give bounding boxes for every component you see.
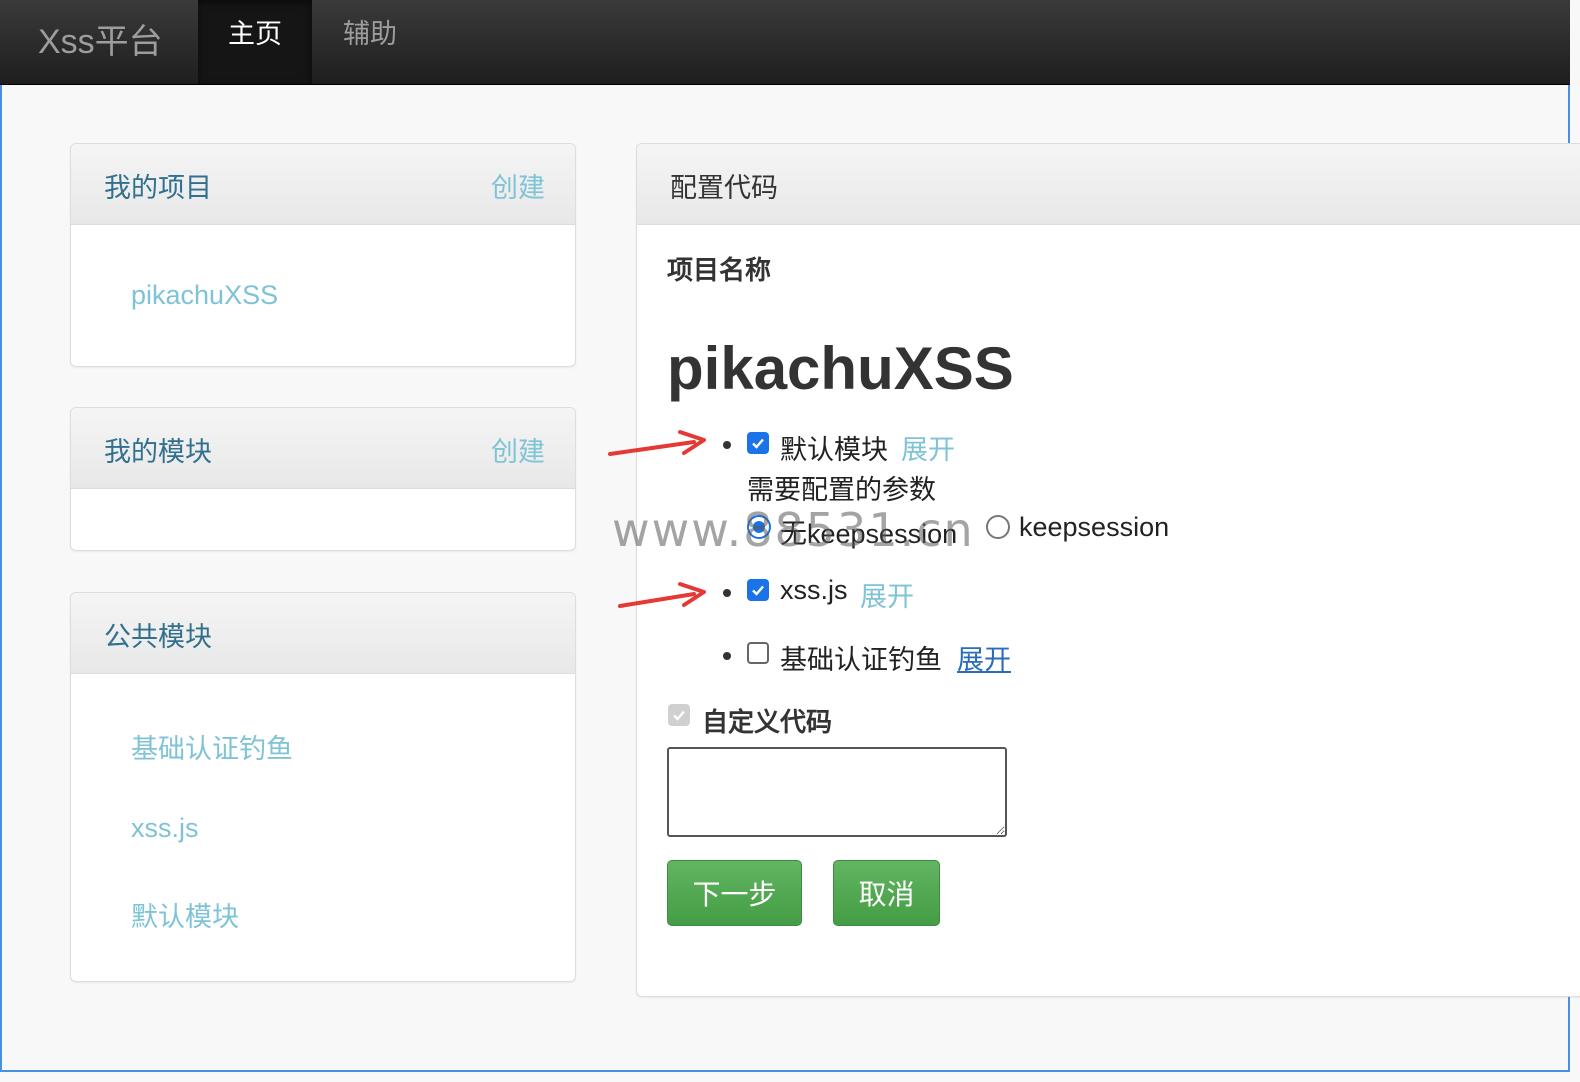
my-modules-panel: 我的模块 创建 xyxy=(70,407,576,551)
module-basic-auth-checkbox[interactable] xyxy=(747,642,769,664)
brand-logo[interactable]: Xss平台 xyxy=(38,14,163,63)
custom-code-label: 自定义代码 xyxy=(702,707,833,737)
public-module-default[interactable]: 默认模块 xyxy=(131,895,239,934)
project-name-heading: pikachuXSS xyxy=(667,335,1014,402)
module-xssjs-expand-link[interactable]: 展开 xyxy=(860,575,914,614)
annotation-arrow-icon xyxy=(618,582,706,608)
top-navbar: Xss平台 主页 辅助 xyxy=(0,0,1570,85)
module-default-expand-link[interactable]: 展开 xyxy=(901,428,955,467)
config-title: 配置代码 xyxy=(670,173,778,203)
nav-item-assist[interactable]: 辅助 xyxy=(313,0,427,84)
public-modules-panel: 公共模块 基础认证钓鱼 xss.js 默认模块 xyxy=(70,592,576,982)
my-modules-heading: 我的模块 创建 xyxy=(71,408,575,489)
radio-keepsession-label: keepsession xyxy=(1019,512,1170,542)
module-xssjs-label: xss.js xyxy=(780,575,848,605)
create-project-link[interactable]: 创建 xyxy=(491,166,545,205)
my-projects-title: 我的项目 xyxy=(104,173,212,203)
cancel-button[interactable]: 取消 xyxy=(833,860,940,926)
list-bullet xyxy=(723,589,731,597)
module-default-checkbox[interactable] xyxy=(747,432,769,454)
list-bullet xyxy=(723,652,731,660)
create-module-link[interactable]: 创建 xyxy=(491,430,545,469)
nav-item-home[interactable]: 主页 xyxy=(198,0,312,84)
radio-keepsession[interactable] xyxy=(986,515,1010,539)
annotation-arrow-icon xyxy=(608,430,706,456)
module-xssjs-checkbox[interactable] xyxy=(747,579,769,601)
my-projects-panel: 我的项目 创建 pikachuXSS xyxy=(70,143,576,367)
public-modules-heading: 公共模块 xyxy=(71,593,575,674)
check-icon xyxy=(752,438,764,449)
custom-code-textarea[interactable] xyxy=(667,747,1007,837)
module-basic-auth-expand-link[interactable]: 展开 xyxy=(957,638,1011,677)
module-default-label: 默认模块 xyxy=(780,435,888,465)
my-projects-heading: 我的项目 创建 xyxy=(71,144,575,225)
public-module-basic-auth-phishing[interactable]: 基础认证钓鱼 xyxy=(131,727,293,766)
params-label: 需要配置的参数 xyxy=(747,475,936,505)
check-icon xyxy=(673,710,685,721)
public-module-xss-js[interactable]: xss.js xyxy=(131,813,199,844)
watermark: www.88531.cn xyxy=(612,503,975,557)
my-modules-title: 我的模块 xyxy=(104,437,212,467)
public-modules-title: 公共模块 xyxy=(104,622,212,652)
next-button[interactable]: 下一步 xyxy=(667,860,802,926)
check-icon xyxy=(752,585,764,596)
list-bullet xyxy=(723,441,731,449)
module-basic-auth-label: 基础认证钓鱼 xyxy=(780,645,942,675)
project-name-label: 项目名称 xyxy=(667,255,772,285)
custom-code-checkbox xyxy=(668,704,690,726)
project-link-pikachuxss[interactable]: pikachuXSS xyxy=(131,280,278,311)
config-panel: 配置代码 项目名称 pikachuXSS 默认模块 展开 需要配置的参数 无ke… xyxy=(636,143,1580,997)
config-heading: 配置代码 xyxy=(637,144,1580,225)
